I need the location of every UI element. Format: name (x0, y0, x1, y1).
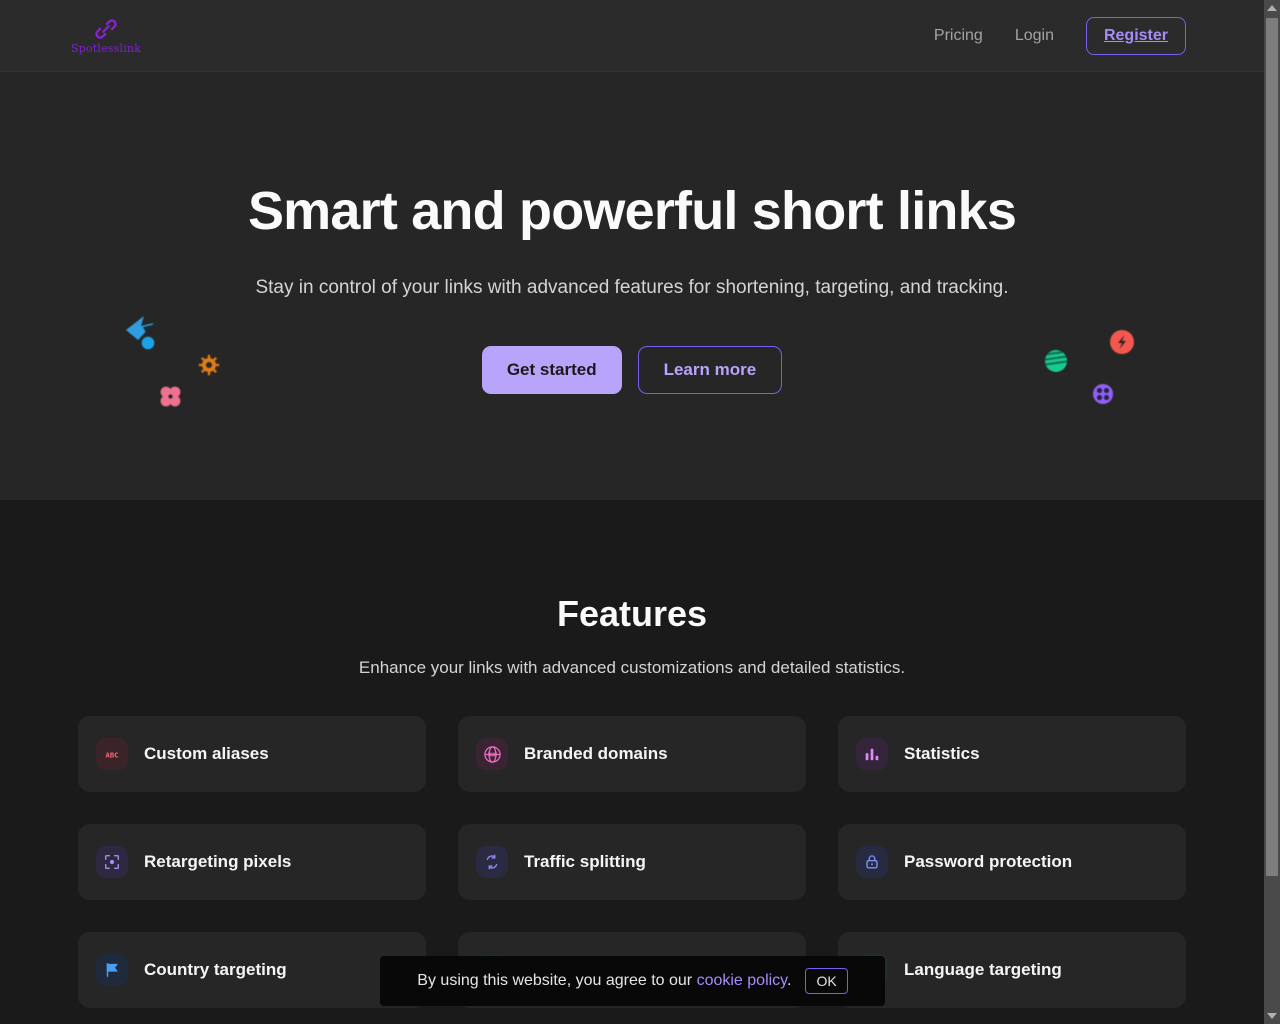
scroll-up-arrow[interactable] (1264, 0, 1280, 16)
nav-pricing[interactable]: Pricing (918, 19, 999, 53)
feature-label: Language targeting (904, 960, 1062, 979)
feature-card-country-targeting[interactable]: Country targeting (78, 932, 426, 1008)
cookie-consent-banner: By using this website, you agree to our … (380, 956, 885, 1006)
feature-label: Retargeting pixels (144, 852, 292, 871)
feature-card-custom-aliases[interactable]: ABC Custom aliases (78, 716, 426, 792)
www-globe-icon: WWW (476, 738, 508, 770)
features-section: Features Enhance your links with advance… (0, 500, 1264, 1008)
feature-label: Branded domains (524, 744, 668, 763)
purple-dots-circle-decoration (1092, 383, 1114, 410)
target-focus-icon (96, 846, 128, 878)
hero-section: Smart and powerful short links Stay in c… (0, 72, 1264, 500)
chain-link-icon (93, 16, 119, 42)
orange-sunburst-decoration (198, 354, 220, 381)
feature-label: Custom aliases (144, 744, 269, 763)
blue-dot-decoration (141, 336, 155, 355)
scroll-down-arrow[interactable] (1264, 1008, 1280, 1024)
features-title: Features (556, 593, 708, 634)
feature-card-password-protection[interactable]: Password protection (838, 824, 1186, 900)
scrollbar-thumb[interactable] (1266, 18, 1278, 876)
brand-logo[interactable]: Spotlesslink (71, 16, 141, 55)
cookie-ok-button[interactable]: OK (805, 968, 848, 994)
cookie-banner-text: By using this website, you agree to our … (417, 972, 791, 990)
browser-viewport: Spotlesslink Pricing Login Register Smar… (0, 0, 1264, 1024)
cookie-policy-link[interactable]: cookie policy (697, 972, 787, 989)
feature-card-statistics[interactable]: Statistics (838, 716, 1186, 792)
pink-flower-decoration (159, 385, 182, 413)
learn-more-button[interactable]: Learn more (637, 346, 783, 394)
features-subtitle: Enhance your links with advanced customi… (358, 658, 906, 677)
page-title: Smart and powerful short links (247, 181, 1017, 241)
svg-text:ABC: ABC (106, 751, 119, 760)
site-header: Spotlesslink Pricing Login Register (0, 0, 1264, 72)
cookie-text-before: By using this website, you agree to our (417, 972, 693, 989)
nav-login[interactable]: Login (999, 19, 1070, 53)
register-button[interactable]: Register (1085, 16, 1186, 55)
split-refresh-icon (476, 846, 508, 878)
get-started-button[interactable]: Get started (481, 346, 622, 394)
feature-label: Traffic splitting (524, 852, 646, 871)
green-striped-circle-decoration (1044, 349, 1068, 378)
abc-icon: ABC (96, 738, 128, 770)
feature-label: Password protection (904, 852, 1073, 871)
main-nav: Pricing Login Register (918, 16, 1186, 55)
feature-card-branded-domains[interactable]: WWW Branded domains (458, 716, 806, 792)
feature-card-traffic-splitting[interactable]: Traffic splitting (458, 824, 806, 900)
bar-chart-icon (856, 738, 888, 770)
page-root: Spotlesslink Pricing Login Register Smar… (0, 0, 1280, 1024)
flag-icon (96, 954, 128, 986)
feature-card-retargeting-pixels[interactable]: Retargeting pixels (78, 824, 426, 900)
brand-name: Spotlesslink (70, 42, 142, 55)
hero-subtitle: Stay in control of your links with advan… (255, 277, 1009, 298)
cookie-text-after: . (787, 972, 792, 989)
feature-label: Country targeting (144, 960, 287, 979)
red-lightning-circle-decoration (1109, 329, 1135, 360)
feature-card-language-targeting[interactable]: Language targeting (838, 932, 1186, 1008)
lock-icon (856, 846, 888, 878)
page-scrollbar[interactable] (1264, 0, 1280, 1024)
hero-actions: Get started Learn more (0, 346, 1264, 394)
svg-text:WWW: WWW (488, 752, 497, 758)
feature-label: Statistics (904, 744, 980, 763)
